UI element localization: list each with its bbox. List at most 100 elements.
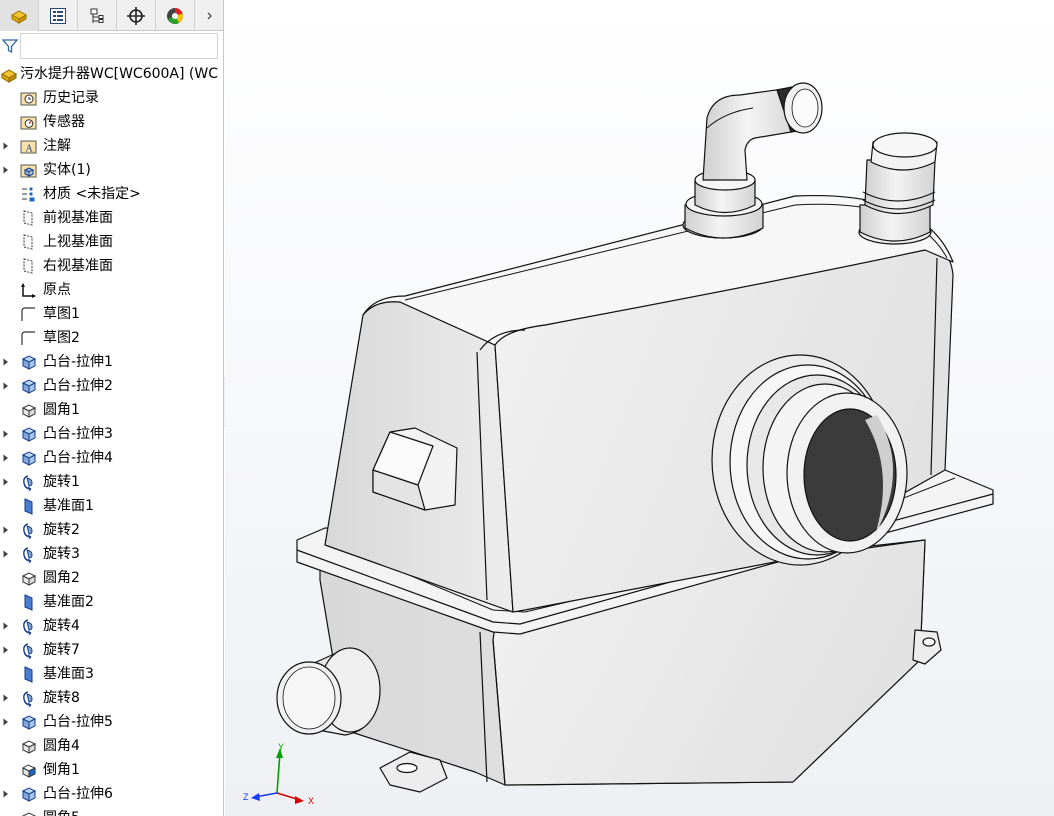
tree-item-label: 历史记录 — [43, 90, 99, 106]
tree-item-label: 凸台-拉伸3 — [43, 426, 113, 442]
expand-arrow-icon[interactable] — [2, 614, 10, 638]
tree-item[interactable]: 旋转4 — [0, 614, 223, 638]
tab-display-manager[interactable] — [156, 0, 195, 31]
crosshair-icon — [127, 6, 145, 25]
fillet-icon — [21, 572, 37, 586]
tree-item-label: 凸台-拉伸5 — [43, 714, 113, 730]
plane-icon — [23, 210, 33, 226]
plane-icon — [23, 234, 33, 250]
graphics-viewport[interactable]: Y X Z — [225, 0, 1054, 816]
tree-item[interactable]: 凸台-拉伸3 — [0, 422, 223, 446]
tree-item-label: 凸台-拉伸6 — [43, 786, 113, 802]
ref-plane-icon — [24, 666, 33, 683]
fillet-icon — [21, 740, 37, 754]
filter-input[interactable] — [20, 33, 218, 59]
tab-property-manager[interactable] — [39, 0, 78, 31]
tree-item[interactable]: 上视基准面 — [0, 230, 223, 254]
revolve-icon — [23, 475, 33, 491]
sketch-icon — [21, 307, 35, 321]
expand-arrow-icon[interactable] — [2, 686, 10, 710]
boss-extrude-icon — [21, 379, 37, 394]
expand-arrow-icon[interactable] — [2, 518, 10, 542]
tree-item[interactable]: 旋转3 — [0, 542, 223, 566]
tree-item[interactable]: 旋转2 — [0, 518, 223, 542]
model-view[interactable]: Y X Z — [225, 0, 1054, 816]
tree-item[interactable]: 凸台-拉伸2 — [0, 374, 223, 398]
tree-item[interactable]: 凸台-拉伸4 — [0, 446, 223, 470]
tree-item[interactable]: 圆角1 — [0, 398, 223, 422]
tree-item[interactable]: 草图1 — [0, 302, 223, 326]
expand-arrow-icon[interactable] — [2, 134, 10, 158]
tree-item-label: 上视基准面 — [43, 234, 113, 250]
expand-arrow-icon[interactable] — [2, 710, 10, 734]
tab-configuration-manager[interactable] — [78, 0, 117, 31]
tree-item-label: 右视基准面 — [43, 258, 113, 274]
tree-item[interactable]: 实体(1) — [0, 158, 223, 182]
tree-item[interactable]: 圆角4 — [0, 734, 223, 758]
expand-arrow-icon[interactable] — [2, 350, 10, 374]
tree-item[interactable]: 圆角5 — [0, 806, 223, 816]
tree-item-label: 凸台-拉伸4 — [43, 450, 113, 466]
tree-item[interactable]: 原点 — [0, 278, 223, 302]
expand-arrow-icon[interactable] — [2, 158, 10, 182]
tree-item[interactable]: 倒角1 — [0, 758, 223, 782]
tree-item-label: 凸台-拉伸2 — [43, 378, 113, 394]
tree-item[interactable]: 传感器 — [0, 110, 223, 134]
tree-item-label: 旋转4 — [43, 618, 80, 634]
history-folder-icon — [20, 92, 37, 106]
tree-item-label: 实体(1) — [43, 162, 91, 178]
expand-arrow-icon[interactable] — [2, 470, 10, 494]
expand-arrow-icon[interactable] — [2, 374, 10, 398]
material-icon — [22, 187, 35, 202]
expand-arrow-icon[interactable] — [2, 446, 10, 470]
tree-item-label: 基准面1 — [43, 498, 94, 514]
tree-item[interactable]: 历史记录 — [0, 86, 223, 110]
triad-label-z: Z — [243, 792, 249, 802]
tree-root-part[interactable]: 污水提升器WC[WC600A] (WC — [0, 62, 223, 86]
mount-hole-right — [922, 637, 936, 647]
triad-label-x: X — [308, 796, 314, 806]
tree-item[interactable]: 旋转8 — [0, 686, 223, 710]
more-tabs-button[interactable]: › — [195, 0, 223, 31]
tab-feature-manager[interactable] — [0, 0, 39, 31]
tree-item-label: 圆角5 — [43, 809, 80, 816]
revolve-icon — [23, 619, 33, 635]
tree-item-label: 凸台-拉伸1 — [43, 354, 113, 370]
filter-icon[interactable] — [2, 38, 18, 54]
tree-item-label: 材质 <未指定> — [43, 186, 141, 202]
tree-item[interactable]: 圆角2 — [0, 566, 223, 590]
tree-item[interactable]: 旋转1 — [0, 470, 223, 494]
tree-item-label: 旋转3 — [43, 546, 80, 562]
revolve-icon — [23, 547, 33, 563]
tree-item[interactable]: 右视基准面 — [0, 254, 223, 278]
tree-item[interactable]: 凸台-拉伸6 — [0, 782, 223, 806]
tree-item[interactable]: 基准面2 — [0, 590, 223, 614]
configuration-icon — [90, 8, 104, 23]
tree-item[interactable]: A 注解 — [0, 134, 223, 158]
expand-arrow-icon[interactable] — [2, 542, 10, 566]
tree-item-label: 旋转8 — [43, 690, 80, 706]
side-port-cap-face — [282, 666, 336, 730]
tree-item[interactable]: 凸台-拉伸5 — [0, 710, 223, 734]
boss-extrude-icon — [21, 427, 37, 442]
boss-extrude-icon — [21, 715, 37, 730]
tree-item[interactable]: 前视基准面 — [0, 206, 223, 230]
boss-extrude-icon — [21, 355, 37, 370]
origin-icon — [21, 283, 36, 298]
tree-item[interactable]: 草图2 — [0, 326, 223, 350]
feature-manager-panel: › 污水提升器WC[WC600A] (WC 历史记录传感器 A 注解实体(1) 材质 <… — [0, 0, 224, 816]
tree-item[interactable]: 旋转7 — [0, 638, 223, 662]
plane-icon — [23, 258, 33, 274]
tab-dimxpert-manager[interactable] — [117, 0, 156, 31]
expand-arrow-icon[interactable] — [2, 638, 10, 662]
tree-item[interactable]: 材质 <未指定> — [0, 182, 223, 206]
boss-extrude-icon — [21, 787, 37, 802]
mount-hole-front — [396, 762, 418, 774]
tree-item[interactable]: 凸台-拉伸1 — [0, 350, 223, 374]
expand-arrow-icon[interactable] — [2, 422, 10, 446]
tree-item[interactable]: 基准面1 — [0, 494, 223, 518]
elbow-end-opening — [791, 88, 819, 128]
filter-bar — [0, 31, 223, 61]
tree-item[interactable]: 基准面3 — [0, 662, 223, 686]
expand-arrow-icon[interactable] — [2, 782, 10, 806]
